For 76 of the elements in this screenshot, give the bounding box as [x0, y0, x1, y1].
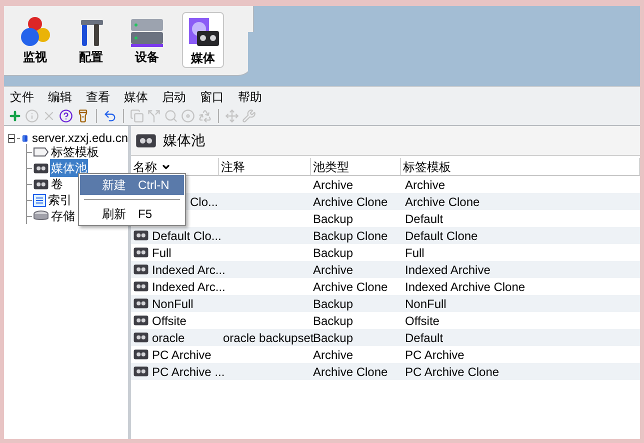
help-icon[interactable] [59, 108, 73, 122]
table-cell-text: NonFull [152, 296, 194, 312]
tape-icon [33, 162, 49, 174]
table-cell: Backup [313, 212, 354, 226]
table-cell: Archive [313, 178, 354, 192]
menu-item[interactable]: 编辑 [48, 88, 72, 106]
table-cell: Backup [313, 296, 354, 310]
table-cell: Archive Clone [313, 280, 388, 294]
menu-item[interactable]: 帮助 [238, 88, 262, 106]
table-cell: Archive [313, 348, 354, 362]
collapse-toggle[interactable] [8, 134, 15, 142]
menu-item[interactable]: 启动 [162, 88, 186, 106]
tree-item[interactable]: 索引 [47, 191, 73, 209]
tape-icon [133, 297, 149, 310]
menu-item[interactable]: 查看 [86, 88, 110, 106]
menu-item[interactable]: 媒体 [124, 88, 148, 106]
context-menu-item[interactable]: 刷新 F5 [80, 204, 184, 224]
table-cell: Backup [313, 314, 354, 328]
undo-icon[interactable] [103, 108, 117, 122]
table-cell-text: Indexed Arc... [152, 262, 226, 278]
column-header[interactable]: 注释 [219, 158, 311, 175]
tape-icon [133, 263, 149, 276]
table-cell-text: Default Clo... [152, 228, 222, 244]
column-header[interactable]: 标签模板 [401, 158, 640, 175]
menu-item[interactable]: 文件 [10, 88, 34, 106]
table-cell: Archive Clone [313, 364, 388, 378]
list-icon [33, 194, 46, 206]
table-cell: Default [405, 330, 444, 344]
table-cell: Archive [313, 262, 354, 276]
tape-icon [133, 365, 149, 378]
tape-icon [133, 246, 149, 259]
tree-item[interactable]: 媒体池 [50, 159, 88, 177]
disk-icon [33, 210, 49, 222]
table-cell: Archive Clone [313, 194, 388, 208]
tag-icon [33, 147, 49, 157]
table-cell-text: PC Archive [152, 346, 212, 364]
add-icon[interactable] [8, 108, 22, 122]
table-cell-text: Offsite [152, 312, 186, 330]
table-cell: Offsite [405, 314, 440, 328]
table-cell-text: Indexed Arc... [152, 278, 226, 296]
table-cell: Archive Clone [405, 194, 480, 208]
table-cell: Indexed Archive [405, 262, 490, 276]
table-cell: Indexed Archive Clone [405, 280, 526, 294]
table-cell: oracle backupset [223, 330, 314, 344]
table-cell: Default [405, 212, 444, 226]
tape-icon [133, 314, 149, 327]
nav-tab[interactable]: 设备 [126, 12, 168, 68]
table-cell-text: Clo... [190, 194, 218, 210]
tape-icon [33, 178, 49, 190]
table-cell: Backup [313, 330, 354, 344]
table-cell: PC Archive Clone [405, 364, 500, 378]
nav-tab[interactable]: 媒体 [182, 12, 224, 68]
context-menu-item[interactable]: 新建 Ctrl-N [80, 175, 184, 195]
table-cell: Backup [313, 246, 354, 260]
table-cell-text: Full [152, 244, 172, 262]
table-cell: NonFull [405, 296, 446, 310]
tape-icon [133, 348, 149, 361]
nav-tab[interactable]: 监视 [14, 12, 56, 68]
tape-icon [133, 229, 149, 242]
flashlight-icon[interactable] [76, 108, 90, 122]
table-cell-text: PC Archive ... [152, 364, 225, 380]
nav-tab[interactable]: 配置 [70, 12, 112, 68]
menu-item[interactable]: 窗口 [200, 88, 224, 106]
table-cell: Backup Clone [313, 228, 388, 242]
table-cell: Full [405, 246, 424, 260]
tape-icon [135, 132, 157, 150]
table-cell: Default Clone [405, 228, 478, 242]
column-header[interactable]: 池类型 [311, 158, 401, 175]
panel-title: 媒体池 [163, 131, 205, 150]
table-cell: Archive [405, 178, 446, 192]
tree-item[interactable]: 存储 [50, 207, 76, 225]
tape-icon [133, 280, 149, 293]
tape-icon [133, 331, 149, 344]
table-cell-text: oracle [152, 330, 185, 346]
table-cell: PC Archive [405, 348, 464, 362]
tree-item[interactable]: 卷 [50, 175, 64, 193]
